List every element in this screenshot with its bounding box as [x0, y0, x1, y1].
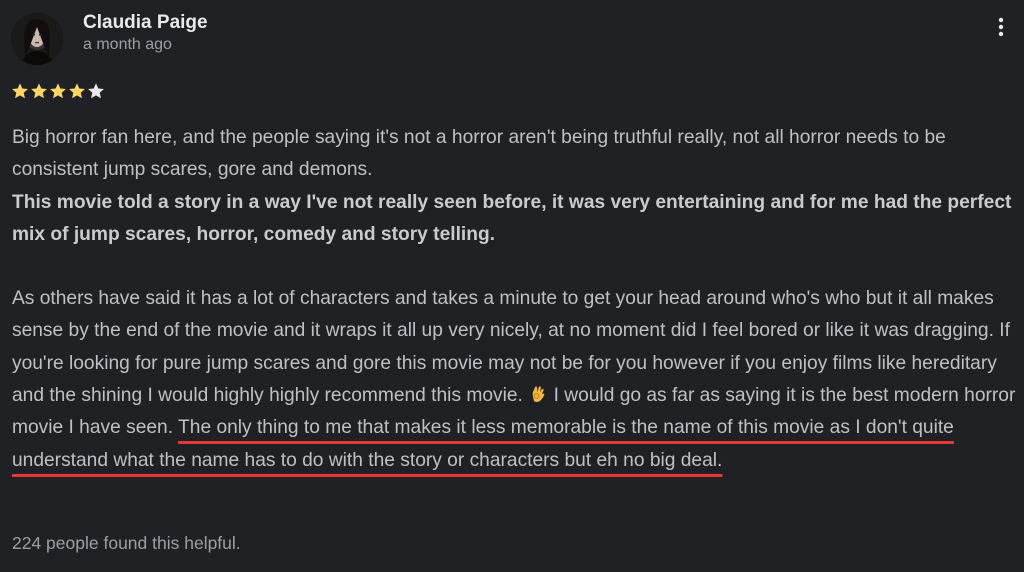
avatar[interactable]: [11, 13, 63, 65]
review-text-intro: Big horror fan here, and the people sayi…: [12, 127, 946, 181]
review-date: a month ago: [83, 36, 172, 53]
review-paragraph: Big horror fan here, and the people sayi…: [12, 122, 1017, 251]
star-filled-icon: [12, 83, 28, 99]
star-filled-icon: [31, 83, 47, 99]
star-empty-icon: [88, 83, 104, 99]
star-filled-icon: [69, 83, 85, 99]
star-rating: [11, 82, 105, 100]
author-name[interactable]: Claudia Paige: [83, 12, 208, 34]
review-card: Claudia Paige a month ago Big horror fan…: [0, 0, 1024, 572]
helpful-count: 224 people found this helpful.: [12, 533, 241, 553]
star-filled-icon: [50, 83, 66, 99]
avatar-image: [11, 13, 63, 65]
review-paragraph: As others have said it has a lot of char…: [12, 283, 1017, 477]
review-text: Big horror fan here, and the people sayi…: [12, 122, 1017, 477]
ok-hand-icon: [528, 383, 548, 403]
review-text-bold: This movie told a story in a way I've no…: [12, 191, 1012, 245]
more-options-icon[interactable]: [986, 12, 1016, 42]
